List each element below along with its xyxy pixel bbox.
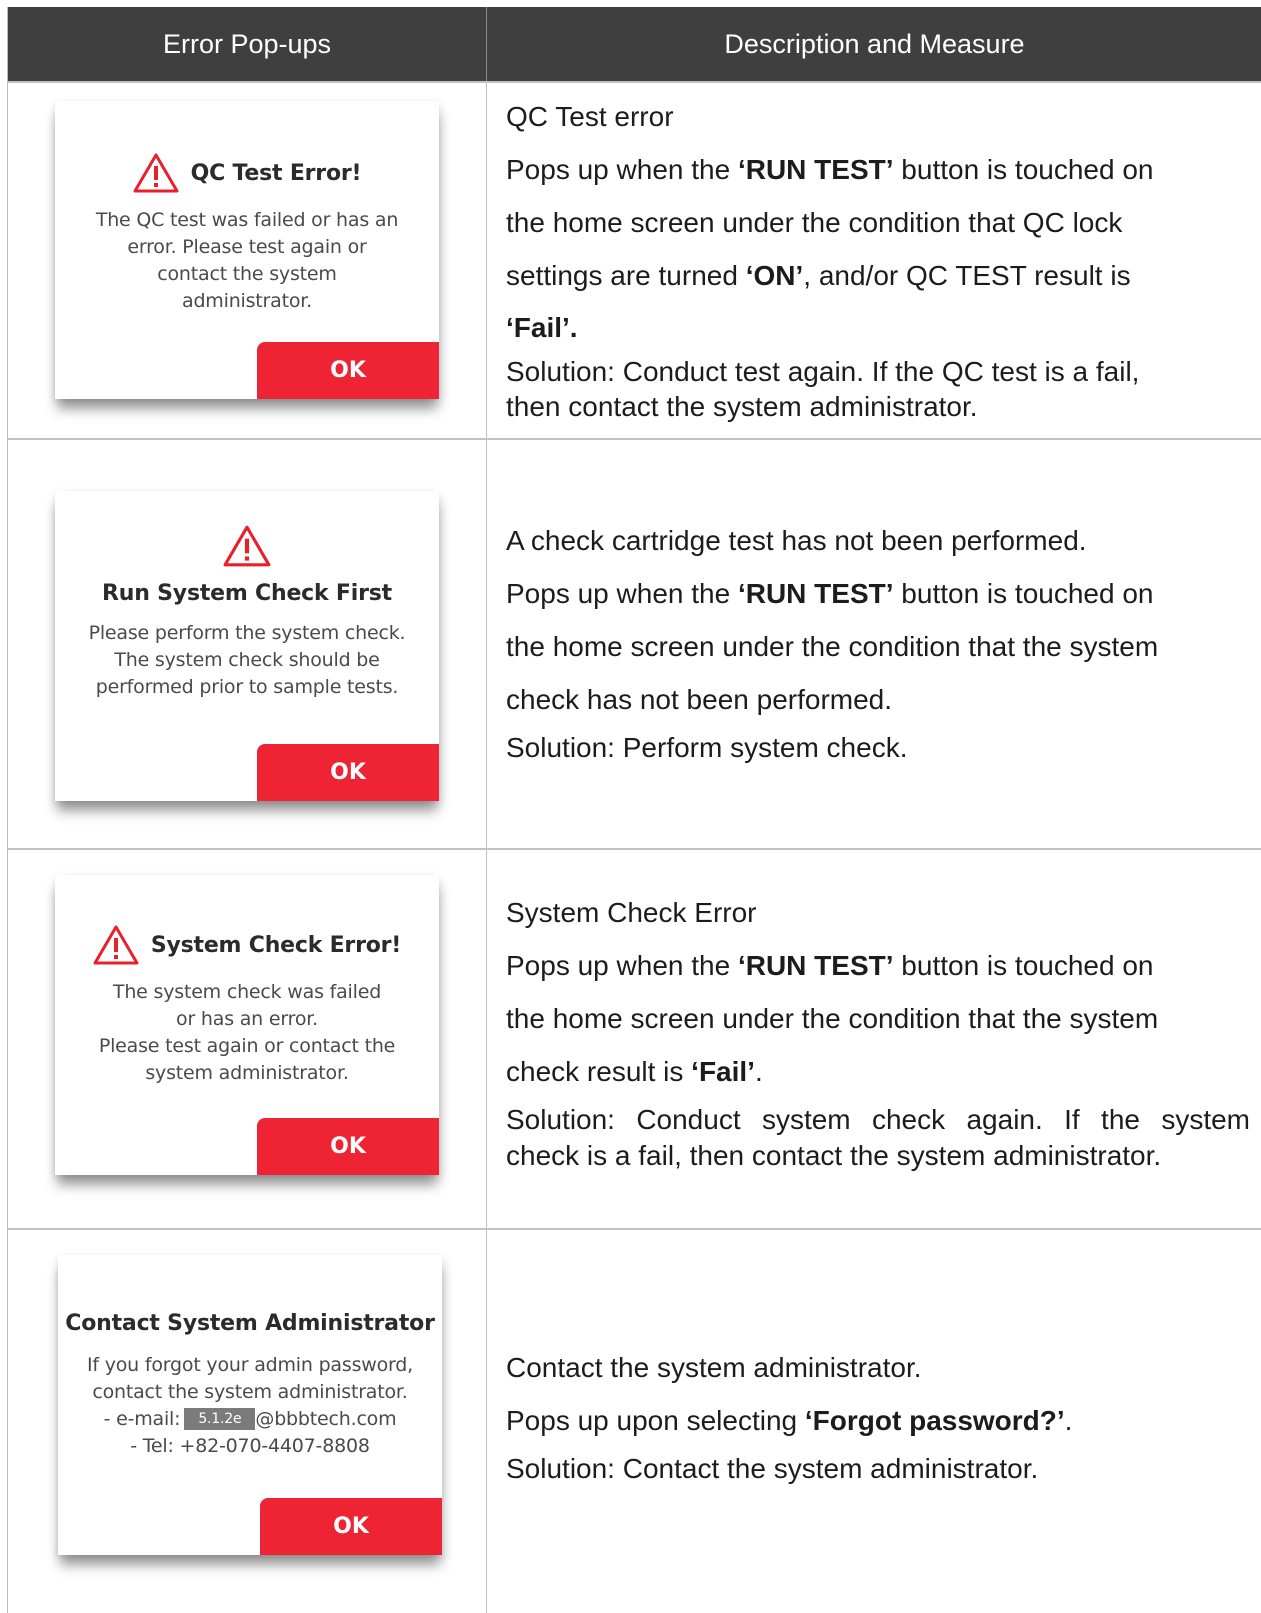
contact-system-administrator-popup: Contact System Administrator If you forg…: [58, 1255, 442, 1555]
popup-message: The system check was failed or has an er…: [55, 979, 439, 1087]
table-row-run-system-check-first: Run System Check First Please perform th…: [8, 438, 1261, 848]
popup-message-line: The system check was failed: [112, 981, 382, 1003]
description-line: settings are turned ‘ON’, and/or QC TEST…: [506, 260, 1131, 291]
run-system-check-first-popup: Run System Check First Please perform th…: [55, 491, 439, 801]
ok-button[interactable]: OK: [257, 1118, 439, 1175]
description-line: Pops up upon selecting ‘Forgot password?…: [506, 1405, 1073, 1436]
warning-triangle-icon: [133, 153, 179, 193]
solution-line: Solution: Contact the system administrat…: [506, 1453, 1039, 1484]
popup-message: Please perform the system check. The sys…: [55, 620, 439, 701]
popup-message-line: error. Please test again or: [127, 236, 367, 258]
description-line: Pops up when the ‘RUN TEST’ button is to…: [506, 154, 1154, 185]
popup-title-row: System Check Error!: [55, 925, 439, 965]
popup-message-line: Please perform the system check.: [88, 622, 406, 644]
popup-message: If you forgot your admin password, conta…: [58, 1352, 442, 1460]
popup-cell: QC Test Error! The QC test was failed or…: [8, 83, 487, 438]
popup-message-line: performed prior to sample tests.: [95, 676, 399, 698]
popup-title: QC Test Error!: [190, 160, 362, 186]
email-redaction: 5.1.2e: [184, 1408, 256, 1430]
description-line: Pops up when the ‘RUN TEST’ button is to…: [506, 950, 1154, 981]
warning-triangle-icon: [223, 525, 271, 567]
popup-message-line: or has an error.: [176, 1008, 318, 1030]
popup-cell: Contact System Administrator If you forg…: [8, 1230, 487, 1613]
description-heading: System Check Error: [506, 897, 757, 928]
header-error-popups: Error Pop-ups: [8, 7, 487, 81]
solution-line: Solution: Perform system check.: [506, 732, 908, 763]
description-cell: Contact the system administrator. Pops u…: [487, 1230, 1261, 1613]
table-row-system-check-error: System Check Error! The system check was…: [8, 848, 1261, 1228]
popup-title: System Check Error!: [150, 932, 402, 958]
description-heading: QC Test error: [506, 101, 674, 132]
description-line: check result is ‘Fail’.: [506, 1056, 763, 1087]
system-check-error-popup: System Check Error! The system check was…: [55, 875, 439, 1175]
qc-test-error-popup: QC Test Error! The QC test was failed or…: [55, 101, 439, 399]
ok-button[interactable]: OK: [257, 342, 439, 399]
popup-title-row: QC Test Error!: [55, 153, 439, 193]
popup-message-line: If you forgot your admin password,: [86, 1354, 414, 1376]
solution-line: Solution: Conduct system check again. If…: [506, 1104, 1250, 1135]
description-heading: Contact the system administrator.: [506, 1352, 922, 1383]
popup-message-line: The system check should be: [114, 649, 380, 671]
popup-title: Run System Check First: [102, 581, 392, 606]
ok-button[interactable]: OK: [257, 744, 439, 801]
popup-message-line: contact the system: [157, 263, 337, 285]
popup-message-line: system administrator.: [145, 1062, 349, 1084]
description-cell: QC Test error Pops up when the ‘RUN TEST…: [487, 83, 1261, 438]
warning-triangle-icon: [93, 925, 139, 965]
description-heading: A check cartridge test has not been perf…: [506, 525, 1087, 556]
solution-line: then contact the system administrator.: [506, 391, 978, 422]
table-row-qc-test-error: QC Test Error! The QC test was failed or…: [8, 81, 1261, 438]
description-line: ‘Fail’.: [506, 312, 578, 343]
popup-email-line: - e-mail: 5.1.2e @bbbtech.com: [103, 1408, 397, 1430]
solution-line: check is a fail, then contact the system…: [506, 1140, 1162, 1171]
popup-cell: Run System Check First Please perform th…: [8, 440, 487, 848]
solution-line: Solution: Conduct test again. If the QC …: [506, 356, 1140, 387]
popup-message-line: The QC test was failed or has an: [95, 209, 399, 231]
description-cell: System Check Error Pops up when the ‘RUN…: [487, 850, 1261, 1228]
description-line: the home screen under the condition that…: [506, 631, 1159, 662]
description-line: Pops up when the ‘RUN TEST’ button is to…: [506, 578, 1154, 609]
header-description: Description and Measure: [724, 28, 1025, 59]
popup-tel-line: - Tel: +82-070-4407-8808: [130, 1435, 370, 1457]
table-row-contact-system-administrator: Contact System Administrator If you forg…: [8, 1228, 1261, 1613]
popup-message-line: Please test again or contact the: [98, 1035, 396, 1057]
ok-button[interactable]: OK: [260, 1498, 442, 1555]
description-cell: A check cartridge test has not been perf…: [487, 440, 1261, 848]
popup-title: Contact System Administrator: [65, 1311, 435, 1336]
error-popups-table: Error Pop-ups Description and Measure QC…: [7, 7, 1261, 1613]
popup-icon-row: [55, 525, 439, 567]
popup-cell: System Check Error! The system check was…: [8, 850, 487, 1228]
table-header: Error Pop-ups Description and Measure: [8, 7, 1261, 81]
popup-message: The QC test was failed or has an error. …: [55, 207, 439, 315]
description-line: check has not been performed.: [506, 684, 893, 715]
popup-message-line: contact the system administrator.: [92, 1381, 408, 1403]
description-line: the home screen under the condition that…: [506, 1003, 1159, 1034]
popup-message-line: administrator.: [182, 290, 312, 312]
description-line: the home screen under the condition that…: [506, 207, 1123, 238]
